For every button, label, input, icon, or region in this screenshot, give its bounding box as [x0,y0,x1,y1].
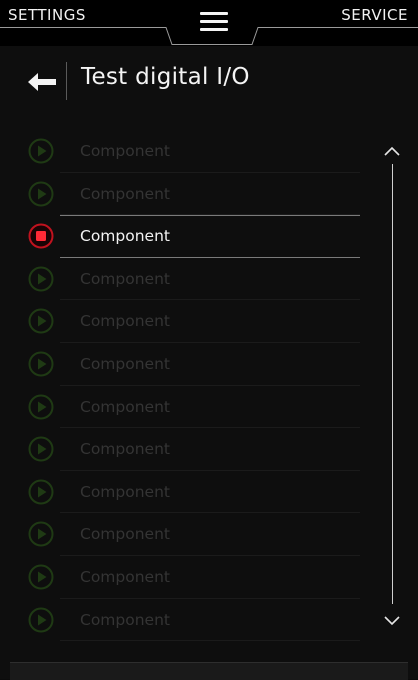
play-icon[interactable] [28,266,54,292]
list-item[interactable]: Component [22,300,360,343]
list-item-label: Component [80,482,170,501]
list-item[interactable]: Component [22,215,360,258]
tab-service[interactable]: SERVICE [341,0,408,28]
list-item[interactable]: Component [22,386,360,429]
top-bar: SETTINGS SERVICE [0,0,418,46]
header-divider [66,62,67,100]
component-list: Component Component Component Component Comp… [22,130,360,642]
play-icon[interactable] [28,521,54,547]
list-item-label: Component [80,397,170,416]
top-bar-divider-left [0,27,166,28]
chevron-up-icon[interactable] [382,144,402,158]
play-icon[interactable] [28,308,54,334]
list-item-label: Component [80,142,170,160]
hamburger-icon [196,7,232,37]
play-icon[interactable] [28,607,54,633]
list-item[interactable]: Component [22,556,360,599]
scroll-track[interactable] [392,164,393,604]
play-icon[interactable] [28,181,54,207]
list-item-label: Component [80,312,170,331]
list-item-label: Component [80,269,170,288]
chevron-down-icon[interactable] [382,614,402,628]
list-item[interactable]: Component [22,130,360,173]
list-item[interactable]: Component [22,343,360,386]
list-item[interactable]: Component [22,513,360,556]
play-icon[interactable] [28,138,54,164]
play-icon[interactable] [28,351,54,377]
arrow-left-icon [28,73,56,91]
list-item-label: Component [80,525,170,544]
list-item-label: Component [80,184,170,203]
list-item[interactable]: Component [22,258,360,301]
list-item[interactable]: Component [22,173,360,216]
menu-button[interactable] [196,7,232,37]
list-item[interactable]: Component [22,471,360,514]
list-item-label: Component [80,354,170,373]
play-icon[interactable] [28,394,54,420]
list-item[interactable]: Component [22,428,360,471]
list-item-label: Component [80,567,170,586]
list-item[interactable]: Component [22,599,360,642]
bottom-bar [10,662,408,680]
list-item-label: Component [80,610,170,629]
list-item-label: Component [80,227,170,246]
tab-settings[interactable]: SETTINGS [8,0,86,28]
stop-icon[interactable] [28,223,54,249]
top-bar-divider-right [262,27,418,28]
play-icon[interactable] [28,479,54,505]
scrollbar[interactable] [380,140,404,632]
row-divider [60,640,360,642]
row-divider [60,215,360,217]
back-button[interactable] [24,68,60,96]
list-item-label: Component [80,440,170,459]
play-icon[interactable] [28,436,54,462]
screen: SETTINGS SERVICE Test digital I/O Compon… [0,0,418,680]
page-title: Test digital I/O [81,64,250,90]
page-header: Test digital I/O [0,56,418,106]
play-icon[interactable] [28,564,54,590]
